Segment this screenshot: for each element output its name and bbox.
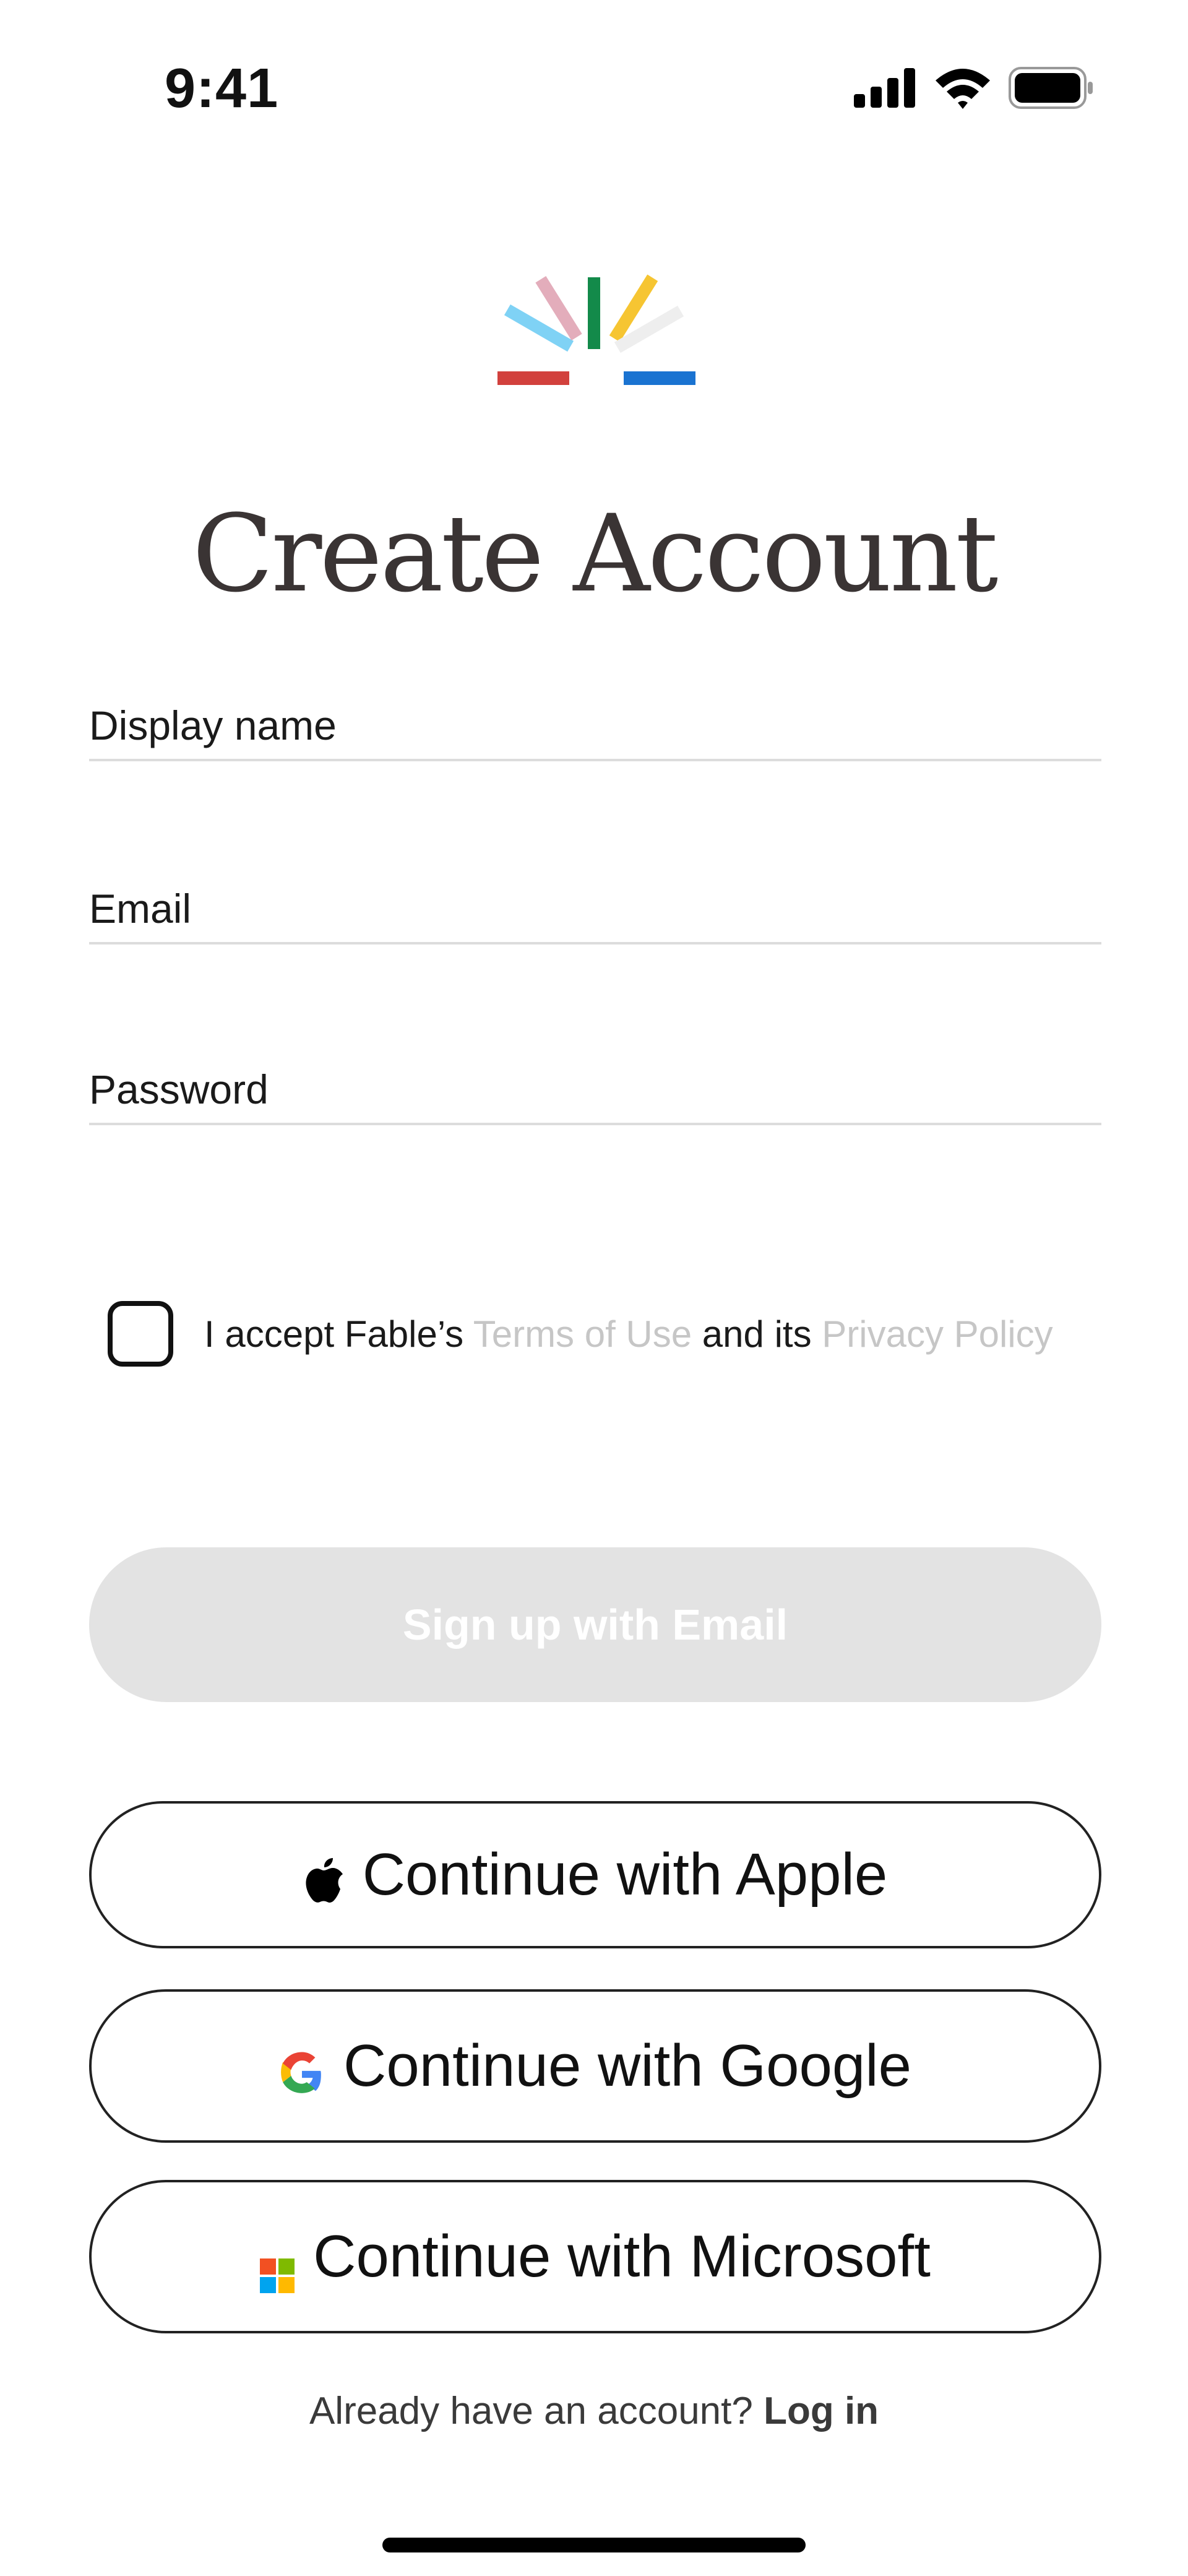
continue-with-apple-label: Continue with Apple [362, 1841, 888, 1908]
password-field[interactable]: Password [89, 1066, 1101, 1125]
status-time: 9:41 [165, 58, 279, 119]
password-placeholder: Password [89, 1066, 269, 1112]
terms-of-use-link[interactable]: Terms of Use [473, 1313, 692, 1355]
email-field[interactable]: Email [89, 886, 1101, 944]
continue-with-google-button[interactable]: Continue with Google [89, 1989, 1101, 2143]
privacy-policy-link[interactable]: Privacy Policy [822, 1313, 1052, 1355]
continue-with-microsoft-label: Continue with Microsoft [313, 2223, 931, 2289]
continue-with-google-label: Continue with Google [343, 2033, 911, 2099]
display-name-placeholder: Display name [89, 702, 337, 748]
terms-prefix: I accept Fable’s [204, 1313, 473, 1355]
sign-up-with-email-button[interactable]: Sign up with Email [89, 1547, 1101, 1702]
wifi-icon [933, 64, 992, 111]
google-icon [279, 2043, 325, 2093]
continue-with-microsoft-button[interactable]: Continue with Microsoft [89, 2180, 1101, 2333]
terms-middle: and its [692, 1313, 822, 1355]
signal-icon [854, 68, 916, 108]
terms-checkbox[interactable] [108, 1301, 173, 1367]
login-prompt-text: Already have an account? [309, 2390, 764, 2432]
home-indicator[interactable] [382, 2538, 806, 2552]
email-placeholder: Email [89, 886, 192, 931]
terms-text: I accept Fable’s Terms of Use and its Pr… [204, 1311, 1053, 1358]
apple-icon [303, 1850, 344, 1903]
login-prompt: Already have an account? Log in [0, 2388, 1188, 2435]
continue-with-apple-button[interactable]: Continue with Apple [89, 1801, 1101, 1948]
page-title: Create Account [192, 491, 999, 616]
microsoft-icon [260, 2239, 295, 2293]
battery-icon [1009, 67, 1095, 109]
sign-up-with-email-label: Sign up with Email [402, 1601, 788, 1649]
display-name-field[interactable]: Display name [89, 702, 1101, 761]
fable-logo-icon [489, 266, 699, 396]
log-in-link[interactable]: Log in [764, 2390, 879, 2432]
status-icons [854, 64, 1095, 111]
